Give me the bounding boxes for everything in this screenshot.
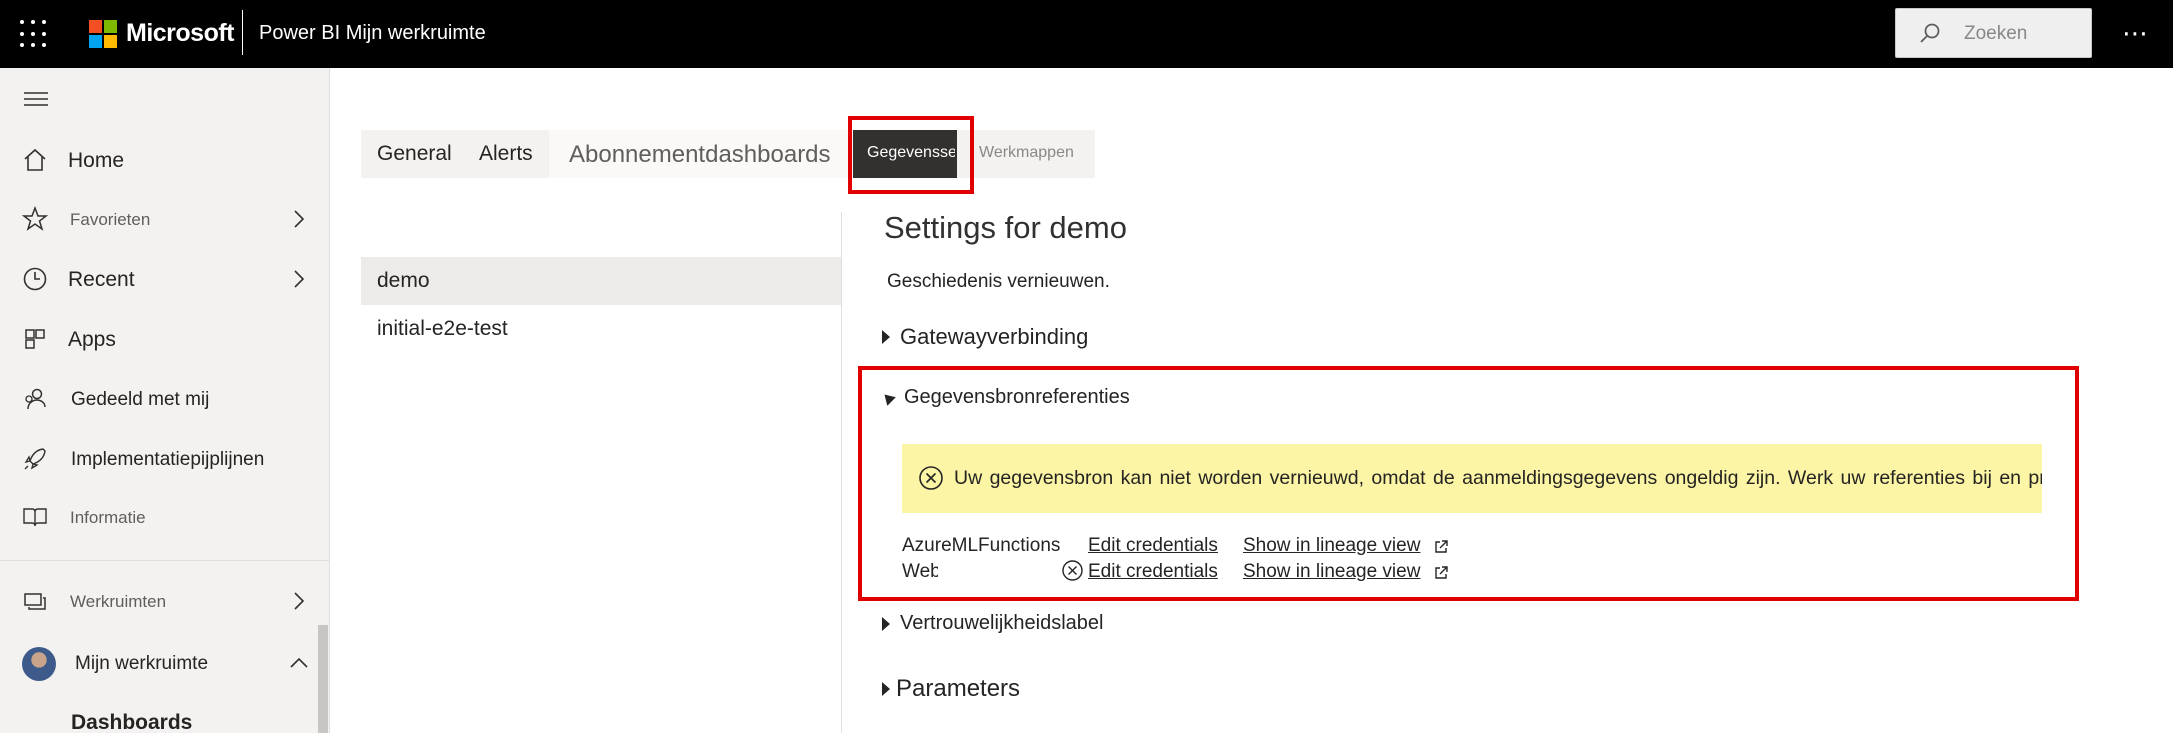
- search-icon: [1920, 23, 1940, 43]
- refresh-history-link[interactable]: Geschiedenis vernieuwen.: [887, 271, 1110, 293]
- rocket-icon: [24, 448, 46, 470]
- sidebar-item-label: Apps: [68, 328, 116, 351]
- error-circle-icon: [1062, 560, 1083, 581]
- star-icon: [21, 205, 49, 231]
- apps-icon: [25, 329, 45, 349]
- tab-dashboard-subscriptions[interactable]: Abonnementdashboards: [549, 130, 840, 178]
- external-link-icon[interactable]: [1433, 565, 1449, 581]
- brand-name: Microsoft: [126, 19, 235, 47]
- section-gateway[interactable]: Gatewayverbinding: [882, 324, 1088, 350]
- error-circle-icon: [919, 466, 943, 490]
- expand-arrow-icon: [882, 682, 890, 696]
- section-label: Gatewayverbinding: [900, 324, 1089, 349]
- tab-workbooks[interactable]: Werkmappen: [957, 130, 1095, 178]
- credential-source-name: Web: [902, 561, 938, 582]
- workspaces-icon: [24, 593, 46, 610]
- people-icon: [25, 388, 46, 410]
- more-options-icon[interactable]: ⋯: [2122, 18, 2149, 49]
- chevron-right-icon[interactable]: [290, 209, 308, 229]
- sidebar-scrollbar[interactable]: [318, 625, 328, 733]
- collapse-arrow-icon: [880, 389, 896, 406]
- app-launcher-icon[interactable]: [20, 20, 48, 48]
- section-sensitivity-label[interactable]: Vertrouwelijkheidslabel: [882, 612, 1103, 635]
- sidebar-item-my-workspace[interactable]: Mijn werkruimte: [0, 635, 330, 691]
- search-placeholder: Zoeken: [1964, 23, 2028, 44]
- sidebar-item-pipelines[interactable]: Implementatiepijplijnen: [0, 431, 330, 487]
- settings-title: Settings for demo: [884, 210, 1127, 245]
- sidebar-item-information[interactable]: Informatie: [0, 489, 330, 545]
- tab-label: General: [377, 142, 452, 165]
- tab-general[interactable]: General: [361, 130, 461, 178]
- clock-icon: [23, 267, 47, 291]
- section-label: Gegevensbronreferenties: [904, 386, 1130, 408]
- tab-label: Alerts: [479, 142, 533, 165]
- sidebar-item-favorites[interactable]: Favorieten: [0, 191, 330, 247]
- sidebar-item-shared[interactable]: Gedeeld met mij: [0, 371, 330, 427]
- top-bar: Microsoft Power BI Mijn werkruimte Zoeke…: [0, 0, 2173, 68]
- expand-arrow-icon: [882, 616, 890, 631]
- section-parameters[interactable]: Parameters: [882, 675, 1020, 703]
- edit-credentials-link[interactable]: Edit credentials: [1088, 535, 1218, 557]
- book-icon: [23, 508, 47, 527]
- sidebar-sub-item-dashboards[interactable]: Dashboards: [71, 711, 192, 733]
- sidebar-item-recent[interactable]: Recent: [0, 251, 330, 307]
- highlight-box-tab: [848, 116, 974, 194]
- section-label: Parameters: [896, 675, 1021, 702]
- sidebar-divider: [0, 560, 330, 561]
- sidebar-item-workspaces[interactable]: Werkruimten: [0, 573, 330, 629]
- sidebar-item-label: Recent: [68, 268, 135, 291]
- section-credentials[interactable]: Gegevensbronreferenties: [880, 386, 1130, 409]
- edit-credentials-link[interactable]: Edit credentials: [1088, 561, 1218, 583]
- tab-label: Werkmappen: [979, 144, 1074, 161]
- avatar: [22, 647, 56, 681]
- credentials-warning-banner: Uw gegevensbron kan niet worden vernieuw…: [902, 444, 2042, 513]
- sidebar-item-home[interactable]: Home: [0, 132, 330, 188]
- sidebar-item-label: Favorieten: [70, 210, 151, 229]
- expand-arrow-icon: [882, 330, 890, 344]
- credential-source-name: AzureMLFunctions: [902, 535, 1061, 556]
- search-box[interactable]: Zoeken: [1895, 8, 2092, 58]
- warning-text: Uw gegevensbron kan niet worden vernieuw…: [954, 467, 2042, 489]
- home-icon: [24, 148, 46, 171]
- sidebar-item-label: Mijn werkruimte: [75, 653, 209, 674]
- microsoft-logo-icon: [89, 20, 117, 48]
- dataset-item-initial-e2e-test[interactable]: initial-e2e-test: [361, 305, 841, 353]
- chevron-right-icon[interactable]: [290, 591, 308, 611]
- dataset-label: initial-e2e-test: [377, 317, 508, 340]
- tab-label: Abonnementdashboards: [569, 141, 831, 168]
- sidebar-item-label: Werkruimten: [70, 592, 167, 611]
- lineage-view-link[interactable]: Show in lineage view: [1243, 535, 1420, 557]
- header-divider: [242, 10, 243, 55]
- panel-divider: [841, 212, 842, 733]
- external-link-icon[interactable]: [1433, 539, 1449, 555]
- hamburger-menu-icon[interactable]: [24, 92, 48, 110]
- section-label: Vertrouwelijkheidslabel: [900, 612, 1104, 634]
- chevron-right-icon[interactable]: [290, 269, 308, 289]
- chevron-up-icon[interactable]: [290, 653, 308, 673]
- sidebar-item-label: Informatie: [70, 508, 146, 527]
- tab-alerts[interactable]: Alerts: [461, 130, 549, 178]
- lineage-view-link[interactable]: Show in lineage view: [1243, 561, 1420, 583]
- sidebar-item-apps[interactable]: Apps: [0, 311, 330, 367]
- left-navigation: Home Favorieten Recent Apps Gedeeld met …: [0, 68, 330, 733]
- sidebar-item-label: Implementatiepijplijnen: [71, 449, 265, 470]
- dataset-label: demo: [377, 269, 430, 292]
- sidebar-item-label: Gedeeld met mij: [71, 389, 210, 410]
- app-title[interactable]: Power BI Mijn werkruimte: [259, 22, 486, 45]
- sidebar-item-label: Home: [68, 149, 125, 172]
- dataset-item-demo[interactable]: demo: [361, 257, 841, 305]
